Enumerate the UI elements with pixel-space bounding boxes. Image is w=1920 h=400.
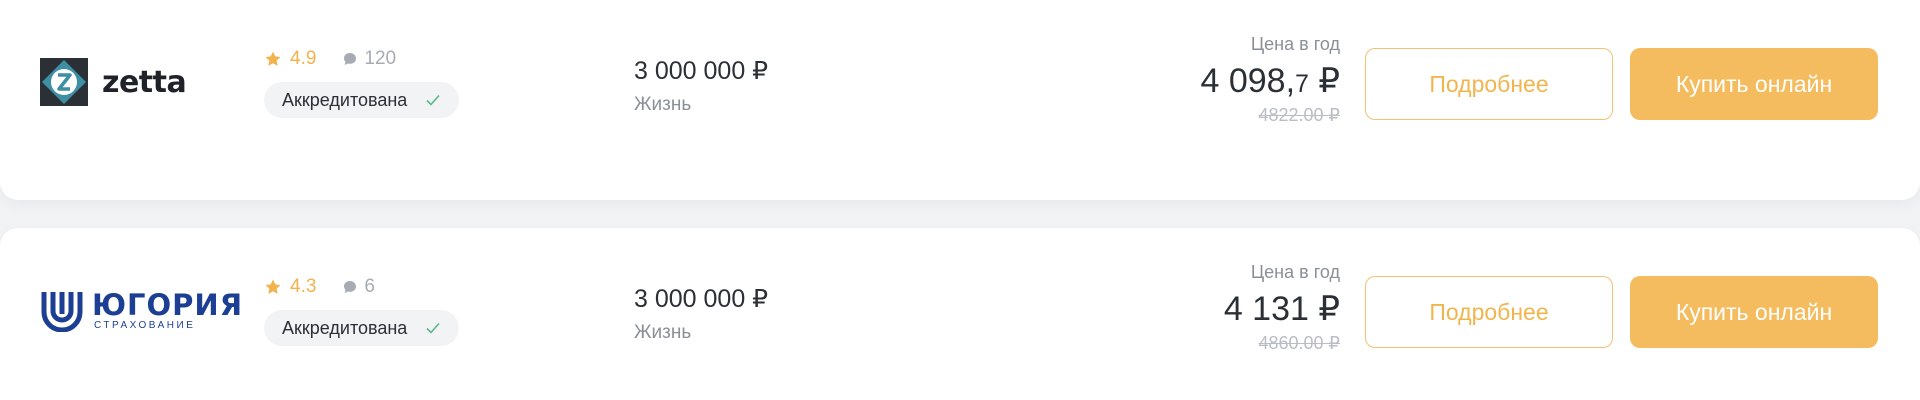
price-decimal: 7: [1295, 70, 1309, 98]
buy-online-button[interactable]: Купить онлайн: [1630, 276, 1878, 348]
rating: 4.9: [264, 48, 316, 70]
rating-value: 4.9: [290, 48, 317, 69]
yugoria-logo-icon: [41, 292, 83, 332]
reviews-count[interactable]: 6: [342, 276, 375, 298]
star-icon: [265, 51, 281, 66]
coverage-amount: 3 000 000 ₽: [634, 57, 769, 85]
coverage-info: 3 000 000 ₽ Жизнь: [634, 284, 768, 344]
price-block: Цена в год 4 098,7 ₽ 4822.00 ₽: [1200, 34, 1340, 126]
comment-icon: [344, 281, 357, 293]
price-label: Цена в год: [1250, 34, 1340, 54]
rating-value: 4.3: [290, 276, 317, 297]
price-current: 4 098,7 ₽: [1200, 61, 1340, 101]
company-name: ЮГОРИЯ: [92, 287, 244, 322]
coverage-type: Жизнь: [634, 94, 692, 115]
company-subtitle: СТРАХОВАНИЕ: [94, 319, 196, 331]
star-icon: [265, 279, 281, 294]
company-logo-yugoria: ЮГОРИЯ СТРАХОВАНИЕ: [40, 288, 243, 332]
zetta-logo-icon: [40, 58, 88, 106]
price-block: Цена в год 4 131 ₽ 4860.00 ₽: [1224, 262, 1340, 354]
price-current: 4 131 ₽: [1224, 289, 1340, 329]
buy-online-button[interactable]: Купить онлайн: [1630, 48, 1878, 120]
rating-row: 4.9 120: [264, 48, 396, 70]
price-old: 4822.00 ₽: [1258, 105, 1340, 125]
reviews-value: 120: [364, 48, 397, 69]
badge-label: Аккредитована: [282, 89, 408, 110]
rating-row: 4.3 6: [264, 276, 375, 298]
company-name: zetta: [102, 64, 187, 100]
price-currency: ₽: [1308, 62, 1340, 100]
coverage-info: 3 000 000 ₽ Жизнь: [634, 56, 768, 116]
details-button[interactable]: Подробнее: [1365, 48, 1613, 120]
price-old: 4860.00 ₽: [1258, 333, 1340, 353]
price-integer: 4 131: [1223, 290, 1309, 328]
price-currency: ₽: [1308, 290, 1340, 328]
reviews-value: 6: [364, 276, 375, 297]
coverage-amount: 3 000 000 ₽: [634, 285, 769, 313]
accredited-badge: Аккредитована: [264, 82, 460, 118]
price-integer: 4 098,: [1200, 62, 1296, 100]
price-label: Цена в год: [1250, 262, 1340, 282]
offer-card-zetta: zetta 4.9 120 Аккредитована 3 000 000 ₽ …: [0, 0, 1920, 200]
comment-icon: [344, 53, 357, 65]
company-logo-zetta: zetta: [40, 58, 187, 106]
check-icon: [426, 94, 440, 106]
rating: 4.3: [264, 276, 316, 298]
coverage-type: Жизнь: [634, 322, 692, 343]
accredited-badge: Аккредитована: [264, 310, 460, 346]
badge-label: Аккредитована: [282, 317, 408, 338]
company-name-wrap: ЮГОРИЯ СТРАХОВАНИЕ: [92, 290, 243, 331]
details-button[interactable]: Подробнее: [1365, 276, 1613, 348]
reviews-count[interactable]: 120: [342, 48, 396, 70]
check-icon: [426, 322, 440, 334]
